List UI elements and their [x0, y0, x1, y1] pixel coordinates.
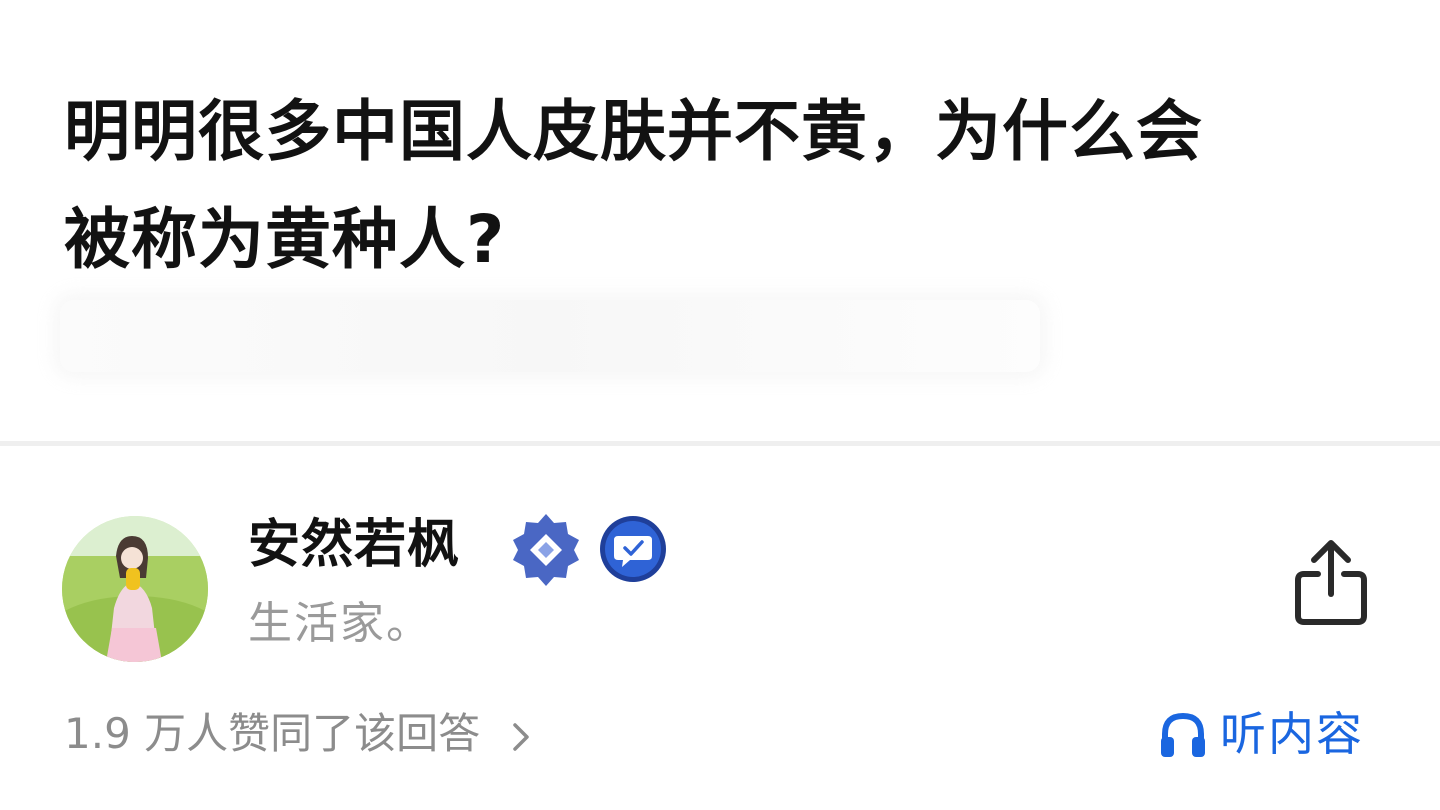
headphones-icon — [1161, 712, 1205, 757]
question-title-line-1: 明明很多中国人皮肤并不黄，为什么会 — [64, 93, 1203, 170]
author-avatar[interactable] — [62, 516, 208, 662]
diamond-badge-icon[interactable] — [508, 512, 584, 588]
listen-button[interactable]: 听内容 — [1158, 702, 1364, 766]
share-icon — [1295, 540, 1367, 625]
author-name[interactable]: 安然若枫 — [248, 510, 460, 580]
message-badge-icon[interactable] — [598, 514, 668, 584]
author-bio: 生活家。 — [248, 598, 432, 649]
share-button[interactable] — [1290, 536, 1372, 632]
avatar-photo — [62, 516, 208, 662]
vote-summary-text: 1.9 万人赞同了该回答 — [64, 709, 481, 758]
blurred-content-strip — [60, 300, 1040, 372]
chevron-right-icon — [512, 723, 529, 751]
listen-label: 听内容 — [1220, 707, 1364, 761]
section-divider — [0, 441, 1440, 446]
question-title-line-2: 被称为黄种人? — [64, 201, 506, 278]
question-title: 明明很多中国人皮肤并不黄，为什么会 被称为黄种人? — [64, 78, 1384, 294]
vote-summary-link[interactable]: 1.9 万人赞同了该回答 — [64, 702, 530, 766]
